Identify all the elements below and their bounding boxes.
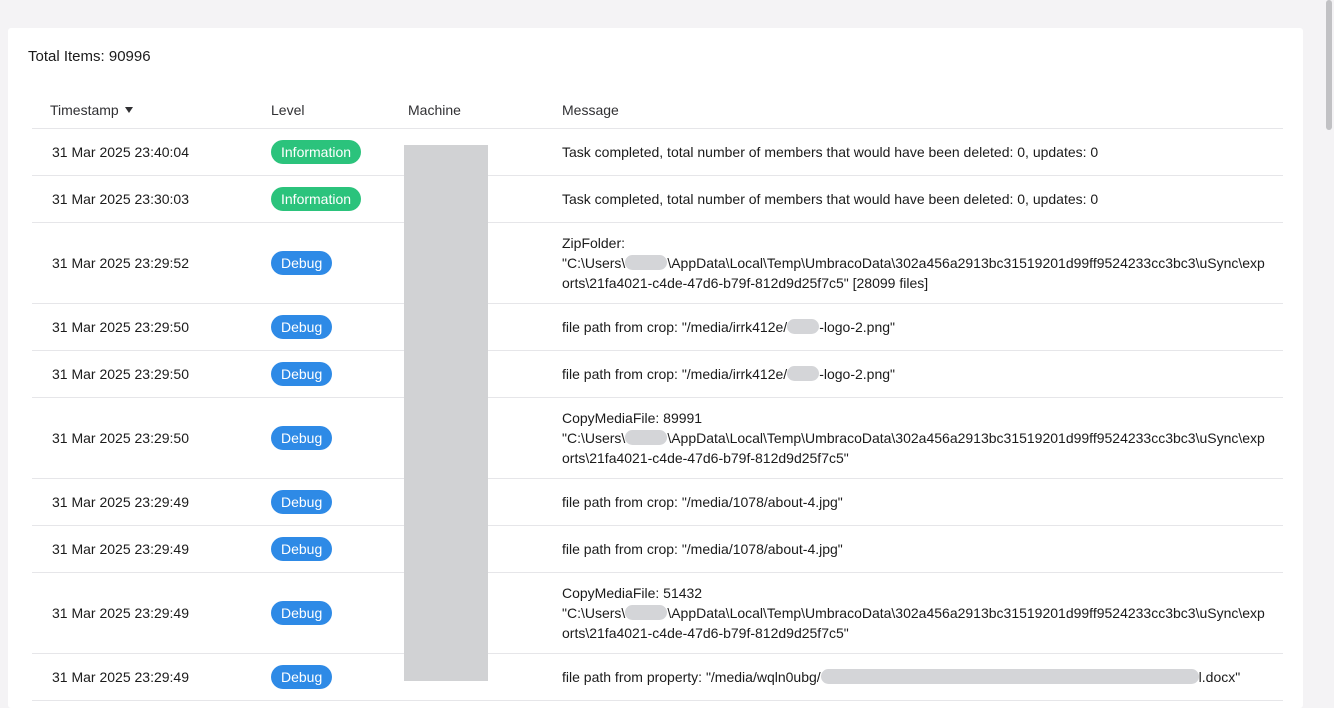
row-timestamp: 31 Mar 2025 23:29:50	[32, 397, 271, 479]
message-text: -logo-2.png"	[819, 319, 895, 335]
message-text: "C:\Users\	[562, 605, 626, 621]
row-message: CopyMediaFile: 51432 "C:\Users\ \AppData\L…	[562, 572, 1283, 654]
message-text: \AppData\Local\Temp\UmbracoData\302a456a…	[562, 430, 1265, 466]
level-badge-information: Information	[271, 140, 362, 164]
level-badge-debug: Debug	[271, 537, 333, 561]
table-row[interactable]: 31 Mar 2025 23:40:04 Information Task co…	[32, 128, 1283, 176]
row-timestamp: 31 Mar 2025 23:29:50	[32, 350, 271, 398]
table-row[interactable]: 31 Mar 2025 23:29:50 Debug file path fro…	[32, 303, 1283, 351]
row-message: file path from crop: "/media/1078/about-…	[562, 478, 1283, 526]
row-message: Task completed, total number of members …	[562, 175, 1283, 223]
redacted-text	[820, 669, 1199, 684]
message-text: file path from crop: "/media/irrk412e/	[562, 319, 788, 335]
message-text: "C:\Users\	[562, 430, 626, 446]
column-header-timestamp-label: Timestamp	[50, 102, 119, 118]
column-header-timestamp[interactable]: Timestamp	[32, 92, 271, 129]
message-text: file path from crop: "/media/irrk412e/	[562, 366, 788, 382]
machine-column-redaction	[404, 145, 488, 681]
column-header-message: Message	[562, 92, 1283, 129]
table-row[interactable]: 31 Mar 2025 23:29:50 Debug CopyMediaFile…	[32, 397, 1283, 479]
row-message: file path from crop: "/media/irrk412e/ -l…	[562, 303, 1283, 351]
message-text: \AppData\Local\Temp\UmbracoData\302a456a…	[562, 605, 1265, 641]
redacted-username	[625, 255, 668, 270]
message-text: -logo-2.png"	[819, 366, 895, 382]
message-text: "C:\Users\	[562, 255, 626, 271]
row-timestamp: 31 Mar 2025 23:29:49	[32, 653, 271, 701]
row-message: ZipFolder: "C:\Users\ \AppData\Local\Temp\…	[562, 222, 1283, 304]
message-line: CopyMediaFile: 51432	[562, 585, 703, 601]
column-header-machine: Machine	[408, 92, 562, 129]
level-badge-information: Information	[271, 187, 362, 211]
message-line: ZipFolder:	[562, 235, 626, 251]
row-timestamp: 31 Mar 2025 23:29:49	[32, 478, 271, 526]
table-row[interactable]: 31 Mar 2025 23:29:49 Debug file path fro…	[32, 478, 1283, 526]
row-timestamp: 31 Mar 2025 23:29:52	[32, 222, 271, 304]
table-row[interactable]: 31 Mar 2025 23:29:50 Debug file path fro…	[32, 350, 1283, 398]
redacted-text	[787, 366, 820, 381]
table-row[interactable]: 31 Mar 2025 23:29:49 Debug CopyMediaFile…	[32, 572, 1283, 654]
message-text: file path from property: "/media/wqln0ub…	[562, 669, 821, 685]
vertical-scrollbar[interactable]	[1326, 0, 1332, 130]
level-badge-debug: Debug	[271, 362, 333, 386]
row-timestamp: 31 Mar 2025 23:30:03	[32, 175, 271, 223]
row-message: CopyMediaFile: 89991 "C:\Users\ \AppData\L…	[562, 397, 1283, 479]
row-timestamp: 31 Mar 2025 23:29:50	[32, 303, 271, 351]
column-header-level: Level	[271, 92, 408, 129]
level-badge-debug: Debug	[271, 601, 333, 625]
table-header-row: Timestamp Level Machine Message	[32, 92, 1283, 129]
message-line: CopyMediaFile: 89991	[562, 410, 703, 426]
message-text: \AppData\Local\Temp\UmbracoData\302a456a…	[562, 255, 1265, 291]
level-badge-debug: Debug	[271, 665, 333, 689]
total-items-label: Total Items: 90996	[28, 48, 151, 65]
table-row[interactable]: 31 Mar 2025 23:29:49 Debug file path fro…	[32, 653, 1283, 701]
row-timestamp: 31 Mar 2025 23:40:04	[32, 128, 271, 176]
sort-descending-icon[interactable]	[124, 107, 133, 113]
row-message: Task completed, total number of members …	[562, 128, 1283, 176]
level-badge-debug: Debug	[271, 490, 333, 514]
row-message: file path from property: "/media/wqln0ub…	[562, 653, 1283, 701]
level-badge-debug: Debug	[271, 426, 333, 450]
redacted-text	[787, 319, 820, 334]
log-table: Timestamp Level Machine Message 31 Mar 2…	[32, 92, 1283, 701]
table-row[interactable]: 31 Mar 2025 23:30:03 Information Task co…	[32, 175, 1283, 223]
level-badge-debug: Debug	[271, 315, 333, 339]
row-timestamp: 31 Mar 2025 23:29:49	[32, 572, 271, 654]
table-row[interactable]: 31 Mar 2025 23:29:49 Debug file path fro…	[32, 525, 1283, 573]
log-viewer-panel: Total Items: 90996 Timestamp Level Machi…	[8, 28, 1303, 708]
redacted-username	[625, 430, 668, 445]
row-message: file path from crop: "/media/1078/about-…	[562, 525, 1283, 573]
row-timestamp: 31 Mar 2025 23:29:49	[32, 525, 271, 573]
row-message: file path from crop: "/media/irrk412e/ -l…	[562, 350, 1283, 398]
table-row[interactable]: 31 Mar 2025 23:29:52 Debug ZipFolder: "C:…	[32, 222, 1283, 304]
message-text: l.docx"	[1198, 669, 1241, 685]
level-badge-debug: Debug	[271, 251, 333, 275]
redacted-username	[625, 605, 668, 620]
